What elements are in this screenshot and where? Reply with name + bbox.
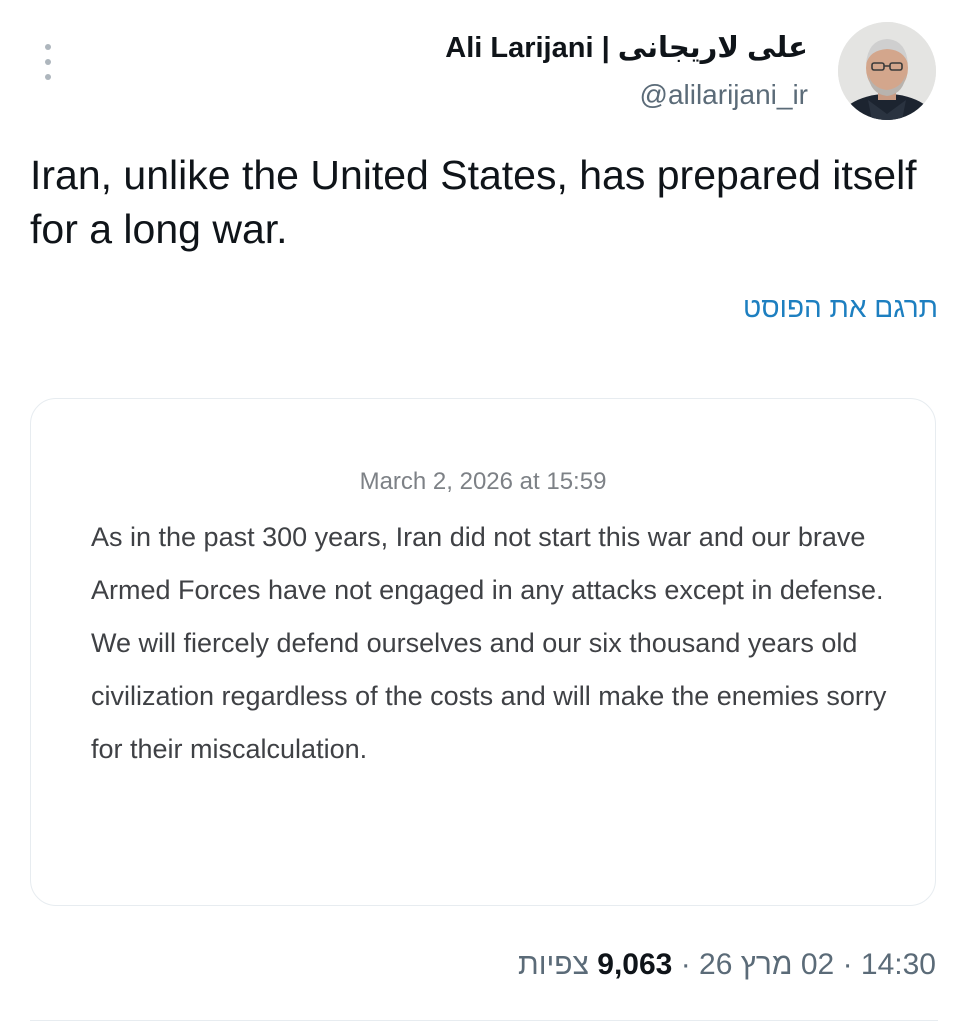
views-count: 9,063 [597, 948, 673, 981]
meta-separator: · [842, 948, 853, 981]
avatar-photo-icon [838, 22, 936, 120]
views-label: צפיות [517, 948, 589, 981]
statement-date: March 2, 2026 at 15:59 [359, 468, 607, 495]
more-options-icon[interactable] [36, 44, 60, 80]
avatar[interactable] [838, 22, 936, 120]
post-date[interactable]: 02 מרץ 26 [699, 948, 834, 981]
more-dot [45, 44, 51, 50]
post-time[interactable]: 14:30 [861, 948, 936, 981]
statement-body: As in the past 300 years, Iran did not s… [91, 522, 887, 764]
author-name[interactable]: Ali Larijani | علی لاریجانی [445, 28, 808, 68]
author-info[interactable]: Ali Larijani | علی لاریجانی @alilarijani… [445, 28, 808, 116]
author-handle[interactable]: @alilarijani_ir [445, 74, 808, 116]
translate-post-link[interactable]: תרגם את הפוסט [743, 290, 938, 326]
quoted-statement-card[interactable]: March 2, 2026 at 15:59 As in the past 30… [30, 398, 936, 906]
meta-separator: · [680, 948, 691, 981]
more-dot [45, 59, 51, 65]
divider [30, 1020, 938, 1021]
more-dot [45, 74, 51, 80]
post-text: Iran, unlike the United States, has prep… [30, 152, 917, 252]
post-meta: 14:30 · 02 מרץ 26 · 9,063 צפיות [518, 944, 936, 986]
